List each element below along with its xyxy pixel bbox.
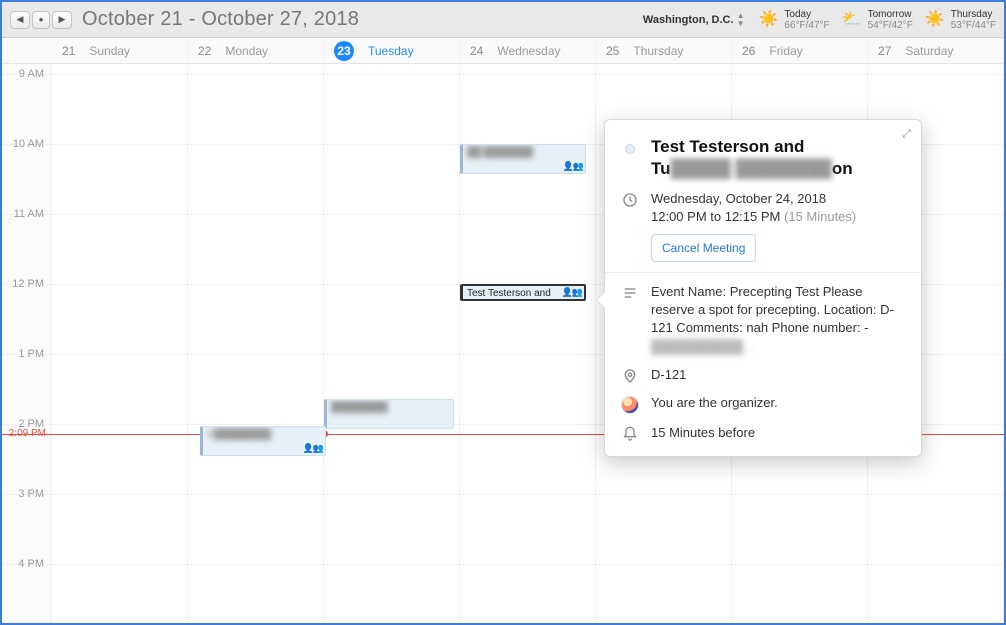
- event-title-masked: ██'███████: [467, 147, 533, 158]
- weather-location[interactable]: Washington, D.C. ▲▼: [643, 12, 745, 28]
- weather-tomorrow[interactable]: ⛅ Tomorrow 54°F/42°F: [842, 9, 913, 31]
- day-header-saturday[interactable]: 27 Saturday: [868, 38, 1004, 63]
- attendees-icon: 👤👥: [562, 287, 582, 298]
- sun-icon: ☀️: [925, 14, 945, 25]
- day-name-today: Tuesday: [368, 44, 414, 58]
- day-name: Sunday: [89, 44, 130, 58]
- day-name: Thursday: [633, 44, 683, 58]
- organizer-avatar-icon: [621, 396, 639, 414]
- day-header-monday[interactable]: 22 Monday: [188, 38, 324, 63]
- clock-icon: [621, 190, 639, 262]
- event-wed-10am[interactable]: ██'███████ 👤👥: [460, 144, 586, 174]
- popover-reminder: 15 Minutes before: [651, 424, 905, 442]
- day-num: 27: [878, 44, 891, 58]
- weather-thursday-temps: 53°F/44°F: [951, 20, 996, 31]
- event-title-masked: ████████: [331, 402, 388, 413]
- attendees-icon: 👤👥: [563, 161, 583, 172]
- weather-thursday[interactable]: ☀️ Thursday 53°F/44°F: [925, 9, 996, 31]
- location-icon: [621, 366, 639, 384]
- event-detail-popover: ⤢ Test Testerson and Tu█████ ████████on …: [604, 119, 922, 457]
- hour-9am: 9 AM: [2, 68, 52, 80]
- bell-icon: [621, 424, 639, 442]
- weather-tomorrow-temps: 54°F/42°F: [868, 20, 913, 31]
- day-name: Saturday: [905, 44, 953, 58]
- weather-today-temps: 66°F/47°F: [784, 20, 829, 31]
- hour-10am: 10 AM: [2, 138, 52, 150]
- nav-group: ◀ ● ▶: [10, 11, 72, 29]
- weather-location-text: Washington, D.C.: [643, 14, 734, 26]
- prev-week-button[interactable]: ◀: [10, 11, 30, 29]
- popover-title: Test Testerson and Tu█████ ████████on: [651, 136, 905, 180]
- hour-3pm: 3 PM: [2, 488, 52, 500]
- event-title-masked: A████████: [207, 429, 271, 440]
- popover-location: D-121: [651, 366, 905, 384]
- day-name: Monday: [225, 44, 268, 58]
- day-header: 21 Sunday 22 Monday 23 Tuesday 24 Wednes…: [2, 38, 1004, 64]
- cancel-meeting-button[interactable]: Cancel Meeting: [651, 234, 756, 262]
- popover-organizer: You are the organizer.: [651, 394, 905, 414]
- day-num: 21: [62, 44, 75, 58]
- day-header-thursday[interactable]: 25 Thursday: [596, 38, 732, 63]
- popover-datetime: Wednesday, October 24, 2018 12:00 PM to …: [651, 190, 905, 262]
- weather-today[interactable]: ☀️ Today 66°F/47°F: [758, 9, 829, 31]
- day-num: 24: [470, 44, 483, 58]
- event-wed-12pm-selected[interactable]: Test Testerson and 👤👥: [460, 284, 586, 301]
- next-week-button[interactable]: ▶: [52, 11, 72, 29]
- day-header-wednesday[interactable]: 24 Wednesday: [460, 38, 596, 63]
- event-title: Test Testerson and: [467, 288, 551, 299]
- day-num-today: 23: [334, 41, 354, 61]
- day-num: 25: [606, 44, 619, 58]
- day-num: 26: [742, 44, 755, 58]
- hour-4pm: 4 PM: [2, 558, 52, 570]
- weather-today-label: Today: [784, 9, 829, 20]
- day-header-friday[interactable]: 26 Friday: [732, 38, 868, 63]
- hour-11am: 11 AM: [2, 208, 52, 220]
- description-icon: [621, 283, 639, 356]
- partly-cloudy-icon: ⛅: [842, 14, 862, 25]
- date-range-label: October 21 - October 27, 2018: [82, 8, 359, 31]
- calendar-color-icon: [625, 144, 635, 154]
- hour-1pm: 1 PM: [2, 348, 52, 360]
- event-tue-afternoon[interactable]: ████████: [324, 399, 454, 429]
- attendees-icon: 👤👥: [303, 443, 323, 454]
- today-button[interactable]: ●: [32, 11, 50, 29]
- day-name: Friday: [769, 44, 802, 58]
- day-header-tuesday[interactable]: 23 Tuesday: [324, 38, 460, 63]
- toolbar: ◀ ● ▶ October 21 - October 27, 2018 Wash…: [2, 2, 1004, 38]
- popover-pointer-icon: [597, 292, 605, 308]
- location-stepper-icon: ▲▼: [737, 12, 745, 28]
- sun-icon: ☀️: [758, 14, 778, 25]
- event-mon-2pm[interactable]: A████████ 👤👥: [200, 426, 326, 456]
- day-name: Wednesday: [497, 44, 560, 58]
- expand-popover-button[interactable]: ⤢: [902, 128, 911, 141]
- day-header-sunday[interactable]: 21 Sunday: [52, 38, 188, 63]
- hour-12pm: 12 PM: [2, 278, 52, 290]
- weather-thursday-label: Thursday: [951, 9, 996, 20]
- calendar-grid[interactable]: 9 AM 10 AM 11 AM 12 PM 1 PM 2 PM 3 PM 4 …: [2, 64, 1004, 623]
- now-label: 2:09 PM: [2, 428, 52, 439]
- day-num: 22: [198, 44, 211, 58]
- weather-tomorrow-label: Tomorrow: [868, 9, 913, 20]
- popover-description: Event Name: Precepting Test Please reser…: [651, 283, 905, 356]
